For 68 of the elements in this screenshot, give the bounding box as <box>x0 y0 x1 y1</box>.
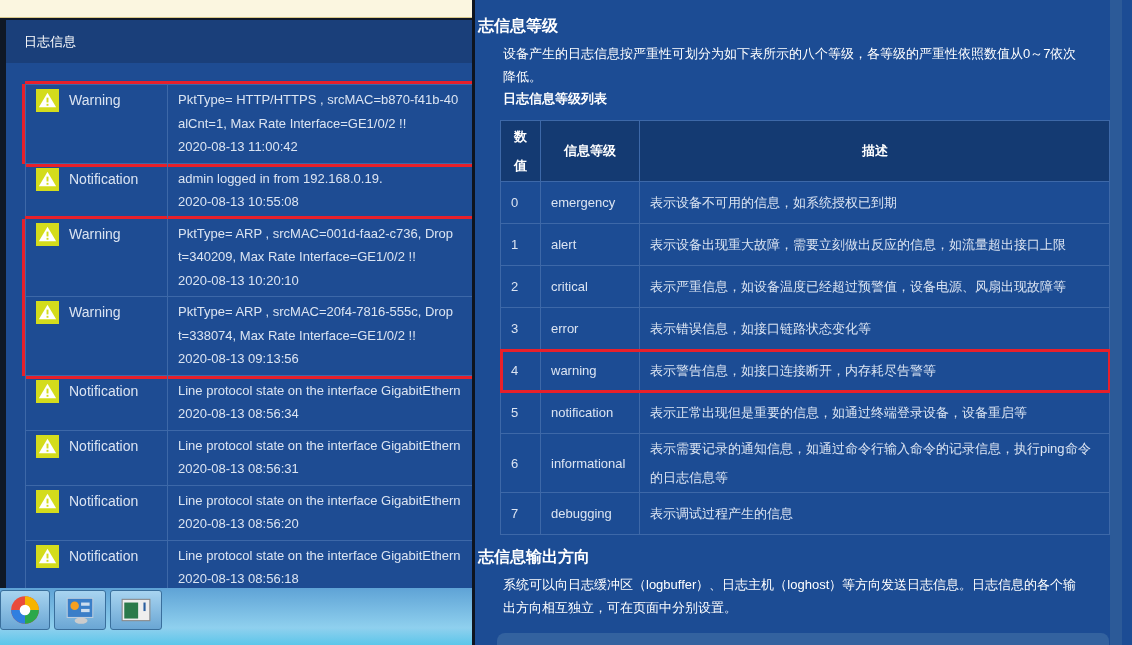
table-cell: 6 <box>500 433 541 493</box>
table-cell: 2 <box>500 265 541 308</box>
log-time: 2020-08-13 08:56:20 <box>178 515 300 533</box>
log-time: 2020-08-13 09:13:56 <box>178 350 300 368</box>
table-cell: emergency <box>540 181 640 224</box>
log-level: Notification <box>69 546 139 566</box>
taskbar-button[interactable] <box>0 590 50 630</box>
table-title: 日志信息等级列表 <box>503 90 608 108</box>
log-message: Line protocol state on the interface GigabitEthern <box>178 436 461 455</box>
log-message: t=340209, Max Rate Interface=GE1/0/2 !! <box>178 248 417 266</box>
log-level: Warning <box>69 224 121 244</box>
column-header: 描述 <box>639 120 1110 182</box>
log-time: 2020-08-13 11:00:42 <box>178 138 299 156</box>
warning-icon <box>36 544 59 568</box>
log-level: Notification <box>69 381 139 401</box>
warning-icon <box>36 301 59 324</box>
warning-icon <box>36 489 59 513</box>
panel-title: 日志信息 <box>24 32 76 51</box>
table-cell: 表示设备不可用的信息，如系统授权已到期 <box>639 181 1110 224</box>
log-message: t=338074, Max Rate Interface=GE1/0/2 !! <box>178 326 417 345</box>
log-message: Line protocol state on the interface GigabitEthern <box>178 381 461 400</box>
column-header: 数值 <box>500 120 541 182</box>
log-message: PktType= ARP , srcMAC=001d-faa2-c736, Drop <box>178 224 454 243</box>
table-cell: 5 <box>500 391 541 434</box>
table-cell: 表示严重信息，如设备温度已经超过预警值，设备电源、风扇出现故障等 <box>639 265 1110 308</box>
taskbar-button[interactable] <box>110 590 162 630</box>
log-message: PktType= ARP , srcMAC=20f4-7816-555c, Drop <box>178 303 454 321</box>
log-time: 2020-08-13 10:20:10 <box>178 271 300 290</box>
warning-icon <box>36 434 59 458</box>
log-time: 2020-08-13 08:56:34 <box>178 405 300 423</box>
table-cell: 表示调试过程产生的信息 <box>639 492 1110 535</box>
log-message: alCnt=1, Max Rate Interface=GE1/0/2 !! <box>178 114 408 133</box>
table-cell: informational <box>540 433 640 493</box>
log-message: Line protocol state on the interface GigabitEthern <box>178 491 461 510</box>
log-message: admin logged in from 192.168.0.19. <box>178 169 383 188</box>
table-cell: notification <box>540 391 640 434</box>
taskbar-button[interactable] <box>54 590 106 630</box>
log-message: PktType= HTTP/HTTPS , srcMAC=b870-f41b-40 <box>178 91 459 109</box>
log-message: Line protocol state on the interface GigabitEthern <box>178 546 461 565</box>
table-cell: 1 <box>500 223 541 266</box>
table-cell: 0 <box>500 181 541 224</box>
section-heading: 志信息等级 <box>477 16 559 36</box>
scrollbar[interactable] <box>1110 0 1122 645</box>
log-level: Notification <box>69 491 139 511</box>
table-cell: 表示需要记录的通知信息，如通过命令行输入命令的记录信息，执行ping命令的日志信息等 <box>639 433 1110 493</box>
table-cell: 表示设备出现重大故障，需要立刻做出反应的信息，如流量超出接口上限 <box>639 223 1110 266</box>
log-level: Warning <box>69 91 121 110</box>
warning-icon <box>36 167 59 191</box>
paragraph: 系统可以向日志缓冲区（logbuffer）、日志主机（loghost）等方向发送日志信息。日志信息的各个输出方向相互独立，可在页面中分别设置。 <box>503 576 1078 617</box>
column-header: 信息等级 <box>540 120 640 182</box>
log-time: 2020-08-13 08:56:31 <box>178 460 300 478</box>
warning-icon <box>36 89 59 112</box>
warning-icon <box>36 379 59 403</box>
log-level: Notification <box>69 169 139 189</box>
table-cell: 表示正常出现但是重要的信息，如通过终端登录设备，设备重启等 <box>639 391 1110 434</box>
warning-icon <box>36 222 59 246</box>
log-level: Warning <box>69 303 121 322</box>
table-cell: alert <box>540 223 640 266</box>
log-time: 2020-08-13 08:56:18 <box>178 570 300 588</box>
log-level: Notification <box>69 436 139 456</box>
table-cell: 7 <box>500 492 541 535</box>
browser-icon[interactable] <box>9 594 41 626</box>
table-cell: 3 <box>500 307 541 350</box>
table-cell: debugging <box>540 492 640 535</box>
paragraph: 设备产生的日志信息按严重性可划分为如下表所示的八个等级，各等级的严重性依照数值从0～7依次降低。 <box>503 45 1078 86</box>
table-cell: critical <box>540 265 640 308</box>
section-heading: 志信息输出方向 <box>477 547 591 567</box>
log-time: 2020-08-13 10:55:08 <box>178 193 300 211</box>
